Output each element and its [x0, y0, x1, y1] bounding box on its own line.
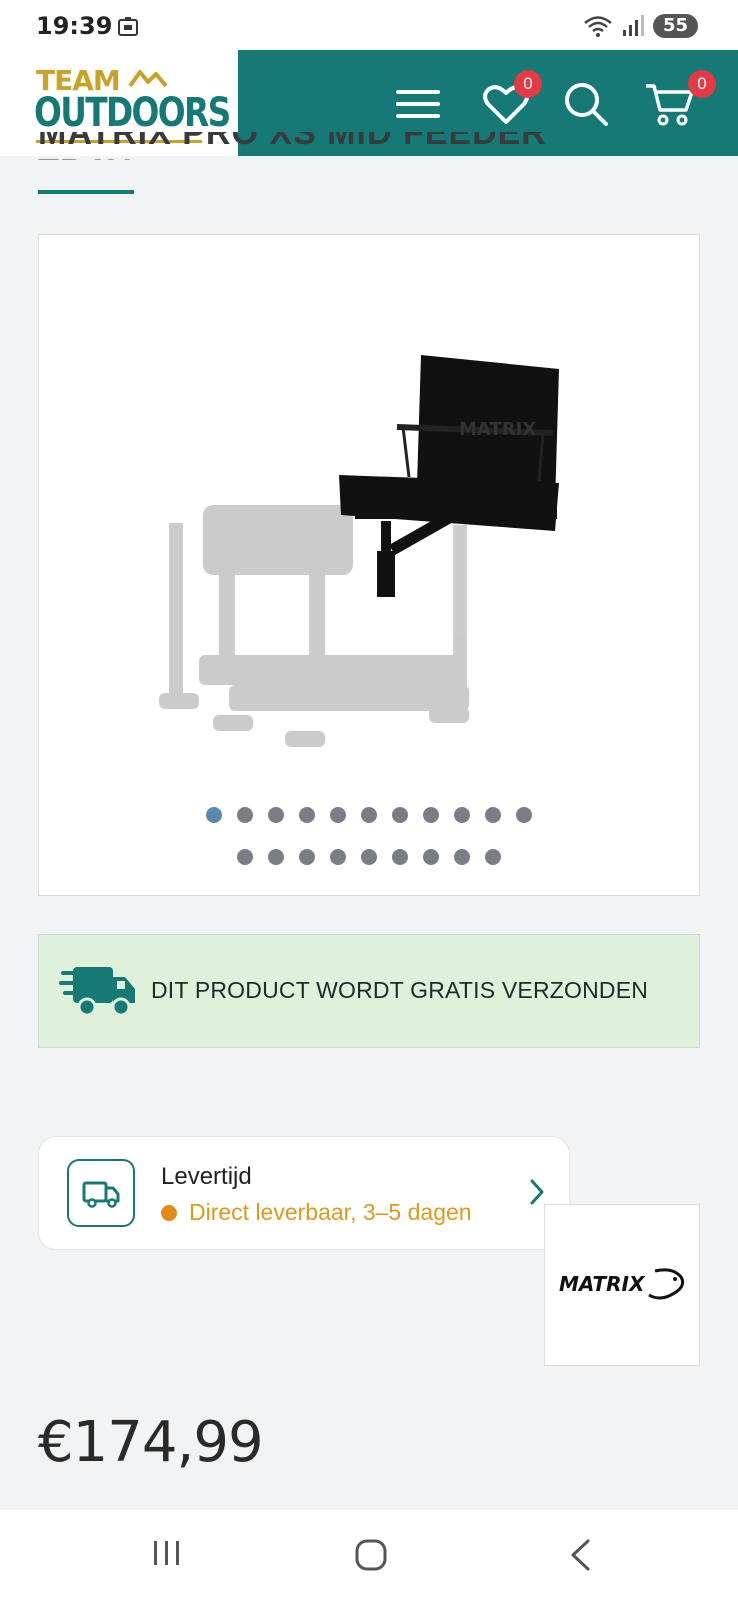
- gallery-dot[interactable]: [299, 807, 315, 823]
- delivery-status: Direct leverbaar, 3–5 dagen: [161, 1199, 472, 1226]
- product-image: MATRIX: [159, 355, 559, 747]
- delivery-truck-icon: [59, 967, 135, 1017]
- gallery-dot[interactable]: [361, 849, 377, 865]
- product-image-logo: MATRIX: [459, 419, 536, 440]
- gallery-dot[interactable]: [454, 807, 470, 823]
- free-shipping-banner: DIT PRODUCT WORDT GRATIS VERZONDEN: [38, 934, 700, 1048]
- truck-icon: [82, 1181, 120, 1208]
- mountain-icon: [128, 70, 168, 88]
- availability-dot: [161, 1204, 177, 1221]
- gallery-dot[interactable]: [206, 807, 222, 823]
- gallery-dot[interactable]: [330, 849, 346, 865]
- gallery-dot[interactable]: [392, 807, 408, 823]
- back-icon[interactable]: [568, 1538, 592, 1572]
- gallery-dot[interactable]: [423, 807, 439, 823]
- wishlist-badge: 0: [514, 70, 542, 98]
- delivery-icon-box: [67, 1159, 135, 1227]
- free-shipping-text: DIT PRODUCT WORDT GRATIS VERZONDEN: [151, 977, 649, 1003]
- chevron-right-icon[interactable]: [527, 1177, 547, 1207]
- product-image-gallery[interactable]: MATRIX: [38, 234, 700, 896]
- signal-icon: [622, 15, 644, 36]
- menu-icon[interactable]: [392, 78, 444, 130]
- gallery-dot[interactable]: [361, 807, 377, 823]
- delivery-time-card[interactable]: Levertijd Direct leverbaar, 3–5 dagen: [38, 1136, 570, 1250]
- gallery-dot[interactable]: [237, 849, 253, 865]
- gallery-dot[interactable]: [423, 849, 439, 865]
- delivery-label: Levertijd: [161, 1163, 252, 1190]
- screenshot-icon: [118, 17, 138, 36]
- delivery-status-text: Direct leverbaar, 3–5 dagen: [189, 1199, 472, 1225]
- brand-logo-box[interactable]: MATRIX: [544, 1204, 700, 1366]
- cart-badge: 0: [688, 70, 716, 98]
- search-icon[interactable]: [560, 78, 612, 130]
- product-price: €174,99: [38, 1410, 264, 1475]
- home-icon[interactable]: [354, 1538, 388, 1572]
- gallery-dot[interactable]: [485, 849, 501, 865]
- battery-indicator: 55: [652, 14, 698, 38]
- gallery-dot[interactable]: [237, 807, 253, 823]
- gallery-dot[interactable]: [268, 807, 284, 823]
- gallery-dot[interactable]: [268, 849, 284, 865]
- status-icons: 55: [583, 14, 698, 38]
- brand-logo: MATRIX: [559, 1268, 685, 1300]
- status-time: 19:39: [36, 12, 113, 40]
- gallery-dot[interactable]: [516, 807, 532, 823]
- recent-apps-icon[interactable]: [150, 1538, 184, 1568]
- gallery-dots-row-1: [39, 807, 699, 823]
- android-navigation-bar: [0, 1510, 738, 1600]
- gallery-dot[interactable]: [485, 807, 501, 823]
- gallery-dot[interactable]: [330, 807, 346, 823]
- gallery-dot[interactable]: [454, 849, 470, 865]
- brand-name: MATRIX: [559, 1272, 646, 1296]
- gallery-dots-row-2: [39, 849, 699, 865]
- page-title: MATRIX PRO XS MID FEEDER TRAY: [38, 132, 547, 160]
- wifi-icon: [584, 16, 612, 37]
- title-accent-line: [38, 190, 134, 194]
- gallery-dot[interactable]: [392, 849, 408, 865]
- logo-line2: OUTDOORS: [34, 90, 231, 136]
- status-bar: 19:39 55: [0, 0, 738, 54]
- gallery-dot[interactable]: [299, 849, 315, 865]
